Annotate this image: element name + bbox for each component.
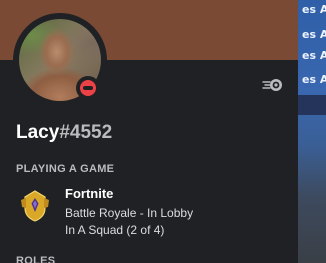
dnd-status-icon: [76, 76, 100, 100]
activity-section-title: PLAYING A GAME: [16, 163, 115, 175]
background-app: es Alive es Alive es Ali es Ali: [298, 0, 326, 263]
game-state: In A Squad (2 of 4): [65, 223, 165, 237]
fortnite-icon: [21, 190, 49, 222]
background-text: es Alive: [302, 28, 326, 41]
background-strip: [298, 95, 326, 115]
roles-section-title: ROLES: [16, 255, 56, 263]
game-details: Battle Royale - In Lobby: [65, 206, 194, 220]
username: Lacy#4552: [16, 121, 112, 145]
username-discriminator: #4552: [59, 122, 113, 143]
username-name: Lacy: [16, 122, 60, 143]
background-text: es Ali: [302, 73, 326, 86]
game-name: Fortnite: [65, 186, 114, 201]
user-profile-popout: Lacy#4552 PLAYING A GAME Fortnite Battle…: [0, 0, 298, 263]
background-text: es Alive: [302, 3, 326, 16]
nitro-badge-icon[interactable]: [262, 78, 284, 92]
background-text: es Ali: [302, 49, 326, 62]
